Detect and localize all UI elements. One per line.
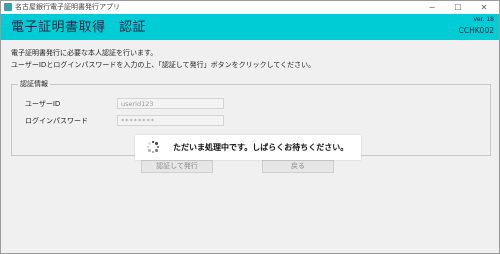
authenticate-button[interactable]: 認証して発行 [141,160,213,173]
description-line-1: 電子証明書発行に必要な本人認証を行います。 [11,49,158,57]
screen-code: CCHK002 [458,26,494,35]
minimize-button[interactable]: ─ [419,1,445,14]
user-id-label: ユーザーID [25,100,61,108]
close-button[interactable]: ✕ [471,1,497,14]
window-title: 名古屋銀行電子証明書発行アプリ [15,3,120,11]
user-id-input[interactable]: userid123 [117,98,224,109]
back-button[interactable]: 戻る [262,160,334,173]
maximize-button[interactable]: ☐ [445,1,471,14]
page-title: 電子証明書取得 認証 [11,20,147,35]
app-icon [4,3,12,11]
password-input[interactable]: ******** [117,115,224,126]
loading-message: ただいま処理中です。しばらくお待ちください。 [173,143,349,152]
loading-spinner-icon [147,141,159,153]
description-line-2: ユーザーIDとログインパスワードを入力の上、「認証して発行」ボタンをクリックして… [11,61,316,69]
page-header: 電子証明書取得 認証 Ver. 18 CCHK002 [1,14,499,40]
app-window: 名古屋銀行電子証明書発行アプリ ─ ☐ ✕ 電子証明書取得 認証 Ver. 18… [0,0,500,254]
version-label: Ver. 18 [473,16,494,23]
password-label: ログインパスワード [25,117,88,125]
auth-info-legend: 認証情報 [18,79,50,89]
loading-dialog: ただいま処理中です。しばらくお待ちください。 [135,135,361,160]
title-bar[interactable]: 名古屋銀行電子証明書発行アプリ ─ ☐ ✕ [1,1,499,14]
